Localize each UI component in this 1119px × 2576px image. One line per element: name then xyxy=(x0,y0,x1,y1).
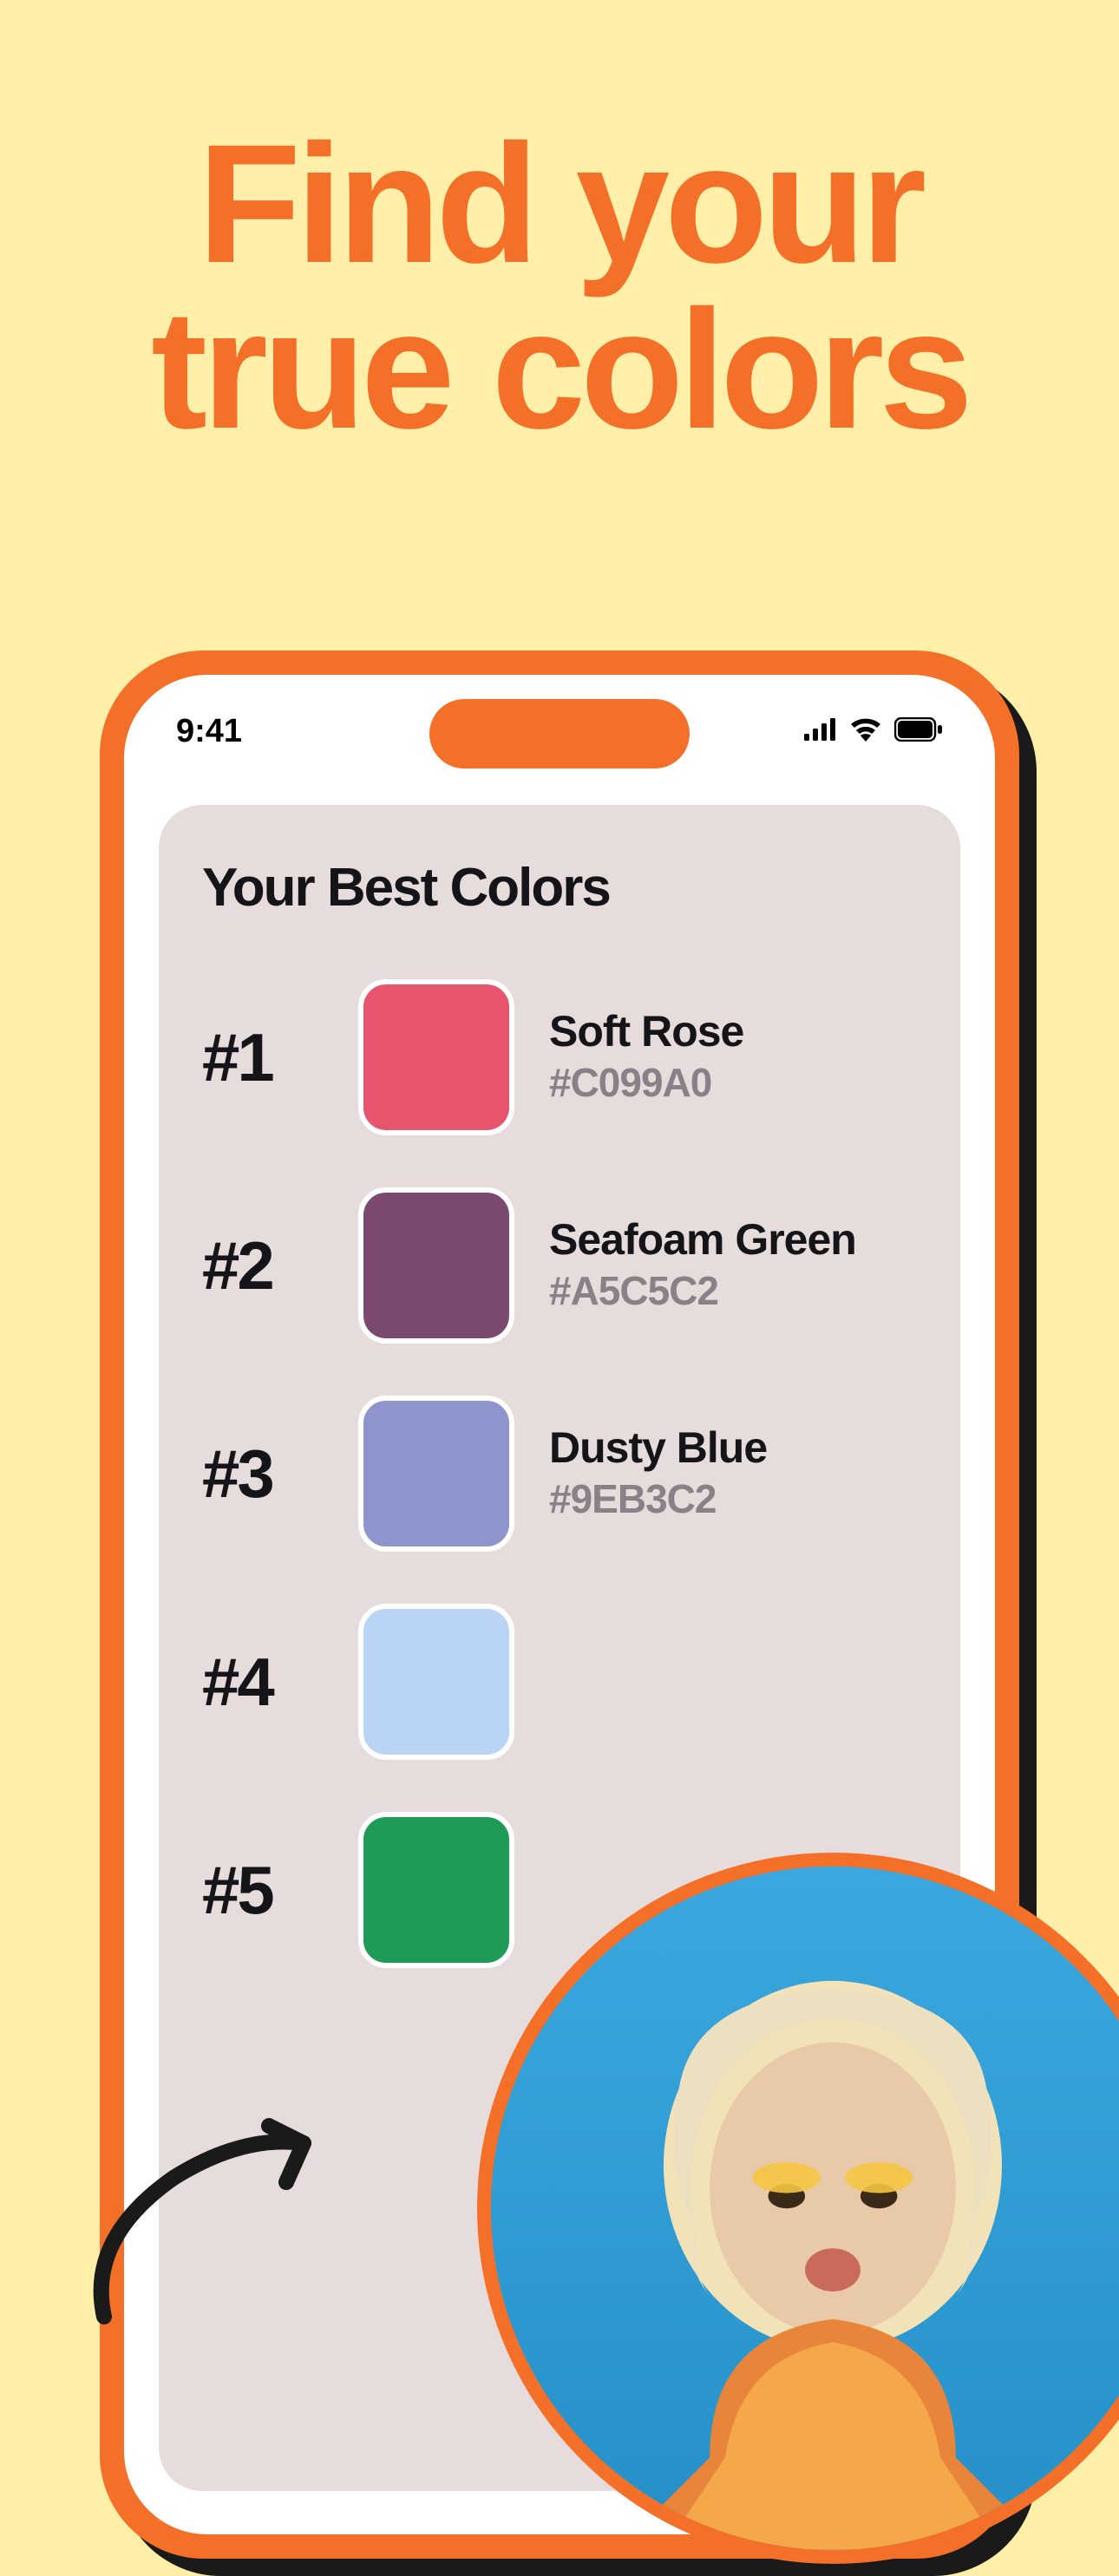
cellular-icon xyxy=(804,718,837,745)
color-rank: #1 xyxy=(202,1018,324,1097)
marketing-headline: Find your true colors xyxy=(0,0,1119,453)
color-rank: #4 xyxy=(202,1643,324,1722)
avatar xyxy=(477,1853,1119,2564)
color-info: Soft Rose #C099A0 xyxy=(549,1009,917,1107)
color-swatch xyxy=(358,979,514,1135)
dynamic-island xyxy=(429,699,690,768)
color-name: Soft Rose xyxy=(549,1009,917,1055)
color-row[interactable]: #3 Dusty Blue #9EB3C2 xyxy=(202,1396,917,1552)
color-name: Dusty Blue xyxy=(549,1425,917,1471)
status-icons xyxy=(804,717,943,746)
battery-icon xyxy=(894,717,943,746)
color-rank: #2 xyxy=(202,1226,324,1305)
headline-line-2: true colors xyxy=(151,275,968,464)
color-info xyxy=(549,1679,917,1684)
color-row[interactable]: #1 Soft Rose #C099A0 xyxy=(202,979,917,1135)
color-hex: #C099A0 xyxy=(549,1059,917,1106)
wifi-icon xyxy=(849,717,882,746)
arrow-icon xyxy=(69,2100,364,2347)
color-row[interactable]: #4 xyxy=(202,1604,917,1760)
headline-line-1: Find your xyxy=(198,109,921,298)
color-hex: #A5C5C2 xyxy=(549,1267,917,1314)
color-row[interactable]: #2 Seafoam Green #A5C5C2 xyxy=(202,1187,917,1344)
card-title: Your Best Colors xyxy=(202,857,917,919)
status-time: 9:41 xyxy=(176,713,242,750)
color-hex: #9EB3C2 xyxy=(549,1475,917,1522)
color-swatch xyxy=(358,1604,514,1760)
color-name: Seafoam Green xyxy=(549,1217,917,1263)
color-rank: #3 xyxy=(202,1435,324,1514)
color-swatch xyxy=(358,1187,514,1344)
color-swatch xyxy=(358,1396,514,1552)
color-rank: #5 xyxy=(202,1851,324,1930)
color-info: Seafoam Green #A5C5C2 xyxy=(549,1217,917,1315)
color-info: Dusty Blue #9EB3C2 xyxy=(549,1425,917,1523)
avatar-image xyxy=(491,1867,1119,2550)
